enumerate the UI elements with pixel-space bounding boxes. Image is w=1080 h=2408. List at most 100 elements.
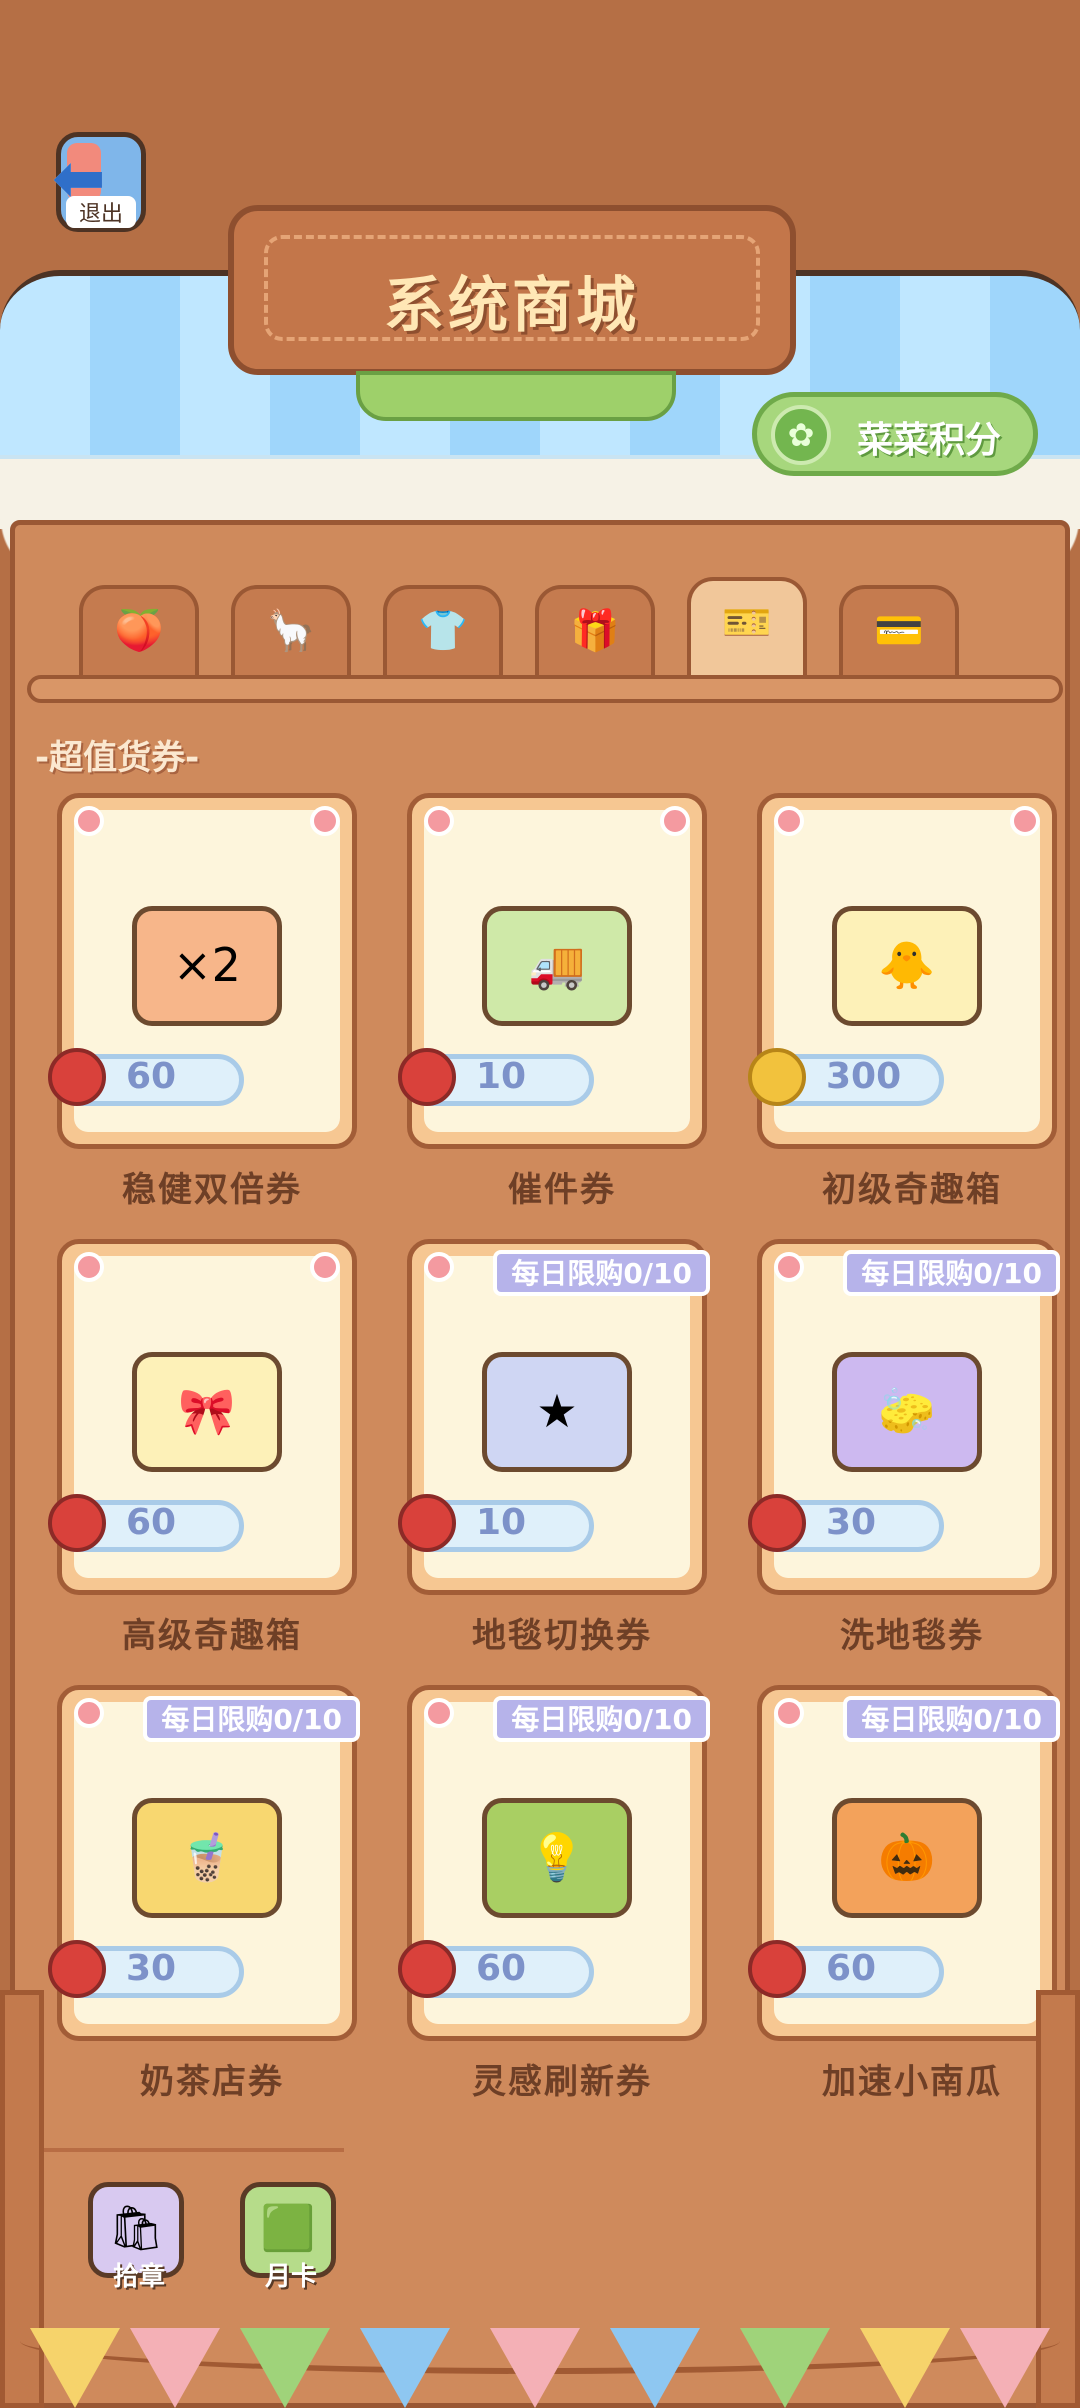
price-tag: 60 (48, 1046, 248, 1110)
fruit-icon: 🍑 (114, 608, 164, 654)
item-image: 🎃 (832, 1798, 982, 1918)
item-image: 🧋 (132, 1798, 282, 1918)
item-name: 初级奇趣箱 (822, 1170, 1002, 1210)
bunting-decoration (0, 2268, 1080, 2408)
item-image: 🚚 (482, 906, 632, 1026)
price-tag: 30 (48, 1938, 248, 2002)
tab-animal[interactable]: 🦙 (231, 585, 351, 677)
card-icon: 💳 (874, 608, 924, 654)
price-value: 60 (476, 1948, 527, 1989)
item-name: 稳健双倍券 (122, 1170, 302, 1210)
price-value: 60 (826, 1948, 877, 1989)
price-value: 60 (126, 1056, 177, 1097)
pin-icon (660, 806, 690, 836)
shop-item-card[interactable]: ★ 每日限购0/10 10 地毯切换券 (398, 1239, 710, 1656)
item-name: 灵感刷新券 (472, 2062, 652, 2102)
pin-icon (424, 1698, 454, 1728)
item-name: 催件券 (508, 1170, 616, 1210)
price-tag: 30 (748, 1492, 948, 1556)
daily-limit-badge: 每日限购0/10 (843, 1696, 1060, 1742)
item-image: ★ (482, 1352, 632, 1472)
item-glyph: ×2 (173, 938, 241, 992)
cabbage-icon: ✿ (771, 405, 831, 465)
tab-shirt[interactable]: 👕 (383, 585, 503, 677)
pin-icon (74, 1252, 104, 1282)
item-glyph: 🎀 (178, 1384, 236, 1438)
animal-icon: 🦙 (266, 608, 316, 654)
shirt-icon: 👕 (418, 608, 468, 654)
shop-item-card[interactable]: 💡 每日限购0/10 60 灵感刷新券 (398, 1685, 710, 2102)
shop-item-card[interactable]: 🚚 10 催件券 (398, 793, 707, 1210)
cherry-icon (748, 1494, 806, 1552)
price-value: 60 (126, 1502, 177, 1543)
shop-item-card[interactable]: 🎀 60 高级奇趣箱 (48, 1239, 357, 1656)
cherry-icon (748, 1940, 806, 1998)
cherry-icon (398, 1048, 456, 1106)
cherry-icon (398, 1494, 456, 1552)
exit-button[interactable]: ⬅ 退出 (48, 128, 152, 236)
category-tabs: 🍑 🦙 👕 🎁 🎫 💳 (29, 577, 1065, 681)
gift-icon: 🎁 (570, 608, 620, 654)
pin-icon (424, 806, 454, 836)
price-tag: 60 (398, 1938, 598, 2002)
price-value: 10 (476, 1056, 527, 1097)
coin-icon (748, 1048, 806, 1106)
shop-item-card[interactable]: 🎃 每日限购0/10 60 加速小南瓜 (748, 1685, 1060, 2102)
tab-voucher[interactable]: 🎫 (687, 577, 807, 677)
price-tag: 10 (398, 1046, 598, 1110)
price-tag: 60 (748, 1938, 948, 2002)
button-glyph: 🛍 (108, 2203, 164, 2254)
item-glyph: 🎃 (878, 1830, 936, 1884)
price-tag: 300 (748, 1046, 948, 1110)
cherry-icon (48, 1494, 106, 1552)
tab-fruit[interactable]: 🍑 (79, 585, 199, 677)
item-glyph: ★ (536, 1384, 578, 1438)
bunting-flag (30, 2328, 120, 2408)
item-image: 💡 (482, 1798, 632, 1918)
daily-limit-badge: 每日限购0/10 (493, 1250, 710, 1296)
item-image: 🎀 (132, 1352, 282, 1472)
section-title: -超值货券- (35, 738, 200, 778)
item-glyph: 🐥 (878, 938, 936, 992)
pin-icon (310, 806, 340, 836)
item-name: 奶茶店券 (140, 2062, 284, 2102)
daily-limit-badge: 每日限购0/10 (843, 1250, 1060, 1296)
price-value: 10 (476, 1502, 527, 1543)
pin-icon (774, 1252, 804, 1282)
shop-panel: 🍑 🦙 👕 🎁 🎫 💳 -超值货券- ×2 60 稳健双倍券 🚚 10 催件券 🐥 300 初级奇趣箱 🎀 6… (10, 520, 1070, 2408)
bunting-flag (860, 2328, 950, 2408)
pin-icon (74, 1698, 104, 1728)
bunting-flag (130, 2328, 220, 2408)
button-glyph: 🟩 (260, 2203, 316, 2254)
item-glyph: 🚚 (528, 938, 586, 992)
bottom-divider (44, 2148, 344, 2182)
item-glyph: 🧽 (878, 1384, 936, 1438)
shop-item-card[interactable]: 🐥 300 初级奇趣箱 (748, 793, 1057, 1210)
daily-limit-badge: 每日限购0/10 (143, 1696, 360, 1742)
price-value: 30 (826, 1502, 877, 1543)
voucher-icon: 🎫 (722, 600, 772, 646)
price-value: 300 (826, 1056, 902, 1097)
pin-icon (1010, 806, 1040, 836)
pin-icon (74, 806, 104, 836)
item-grid: ×2 60 稳健双倍券 🚚 10 催件券 🐥 300 初级奇趣箱 🎀 60 高级奇趣箱 ★ 每日限购0/1… (29, 793, 1069, 2123)
title-board: 系统商城 (228, 205, 796, 421)
points-label: 菜菜积分 (857, 420, 1002, 461)
shop-item-card[interactable]: 🧽 每日限购0/10 30 洗地毯券 (748, 1239, 1060, 1656)
page-title: 系统商城 (384, 271, 640, 341)
points-button[interactable]: ✿ 菜菜积分 (752, 392, 1038, 476)
item-glyph: 💡 (528, 1830, 586, 1884)
tab-card[interactable]: 💳 (839, 585, 959, 677)
price-tag: 10 (398, 1492, 598, 1556)
item-image: ×2 (132, 906, 282, 1026)
item-name: 高级奇趣箱 (122, 1616, 302, 1656)
item-image: 🧽 (832, 1352, 982, 1472)
bunting-flag (960, 2328, 1050, 2408)
shop-item-card[interactable]: 🧋 每日限购0/10 30 奶茶店券 (48, 1685, 360, 2102)
pin-icon (310, 1252, 340, 1282)
tab-gift[interactable]: 🎁 (535, 585, 655, 677)
shop-item-card[interactable]: ×2 60 稳健双倍券 (48, 793, 357, 1210)
pin-icon (774, 1698, 804, 1728)
daily-limit-badge: 每日限购0/10 (493, 1696, 710, 1742)
cherry-icon (48, 1940, 106, 1998)
